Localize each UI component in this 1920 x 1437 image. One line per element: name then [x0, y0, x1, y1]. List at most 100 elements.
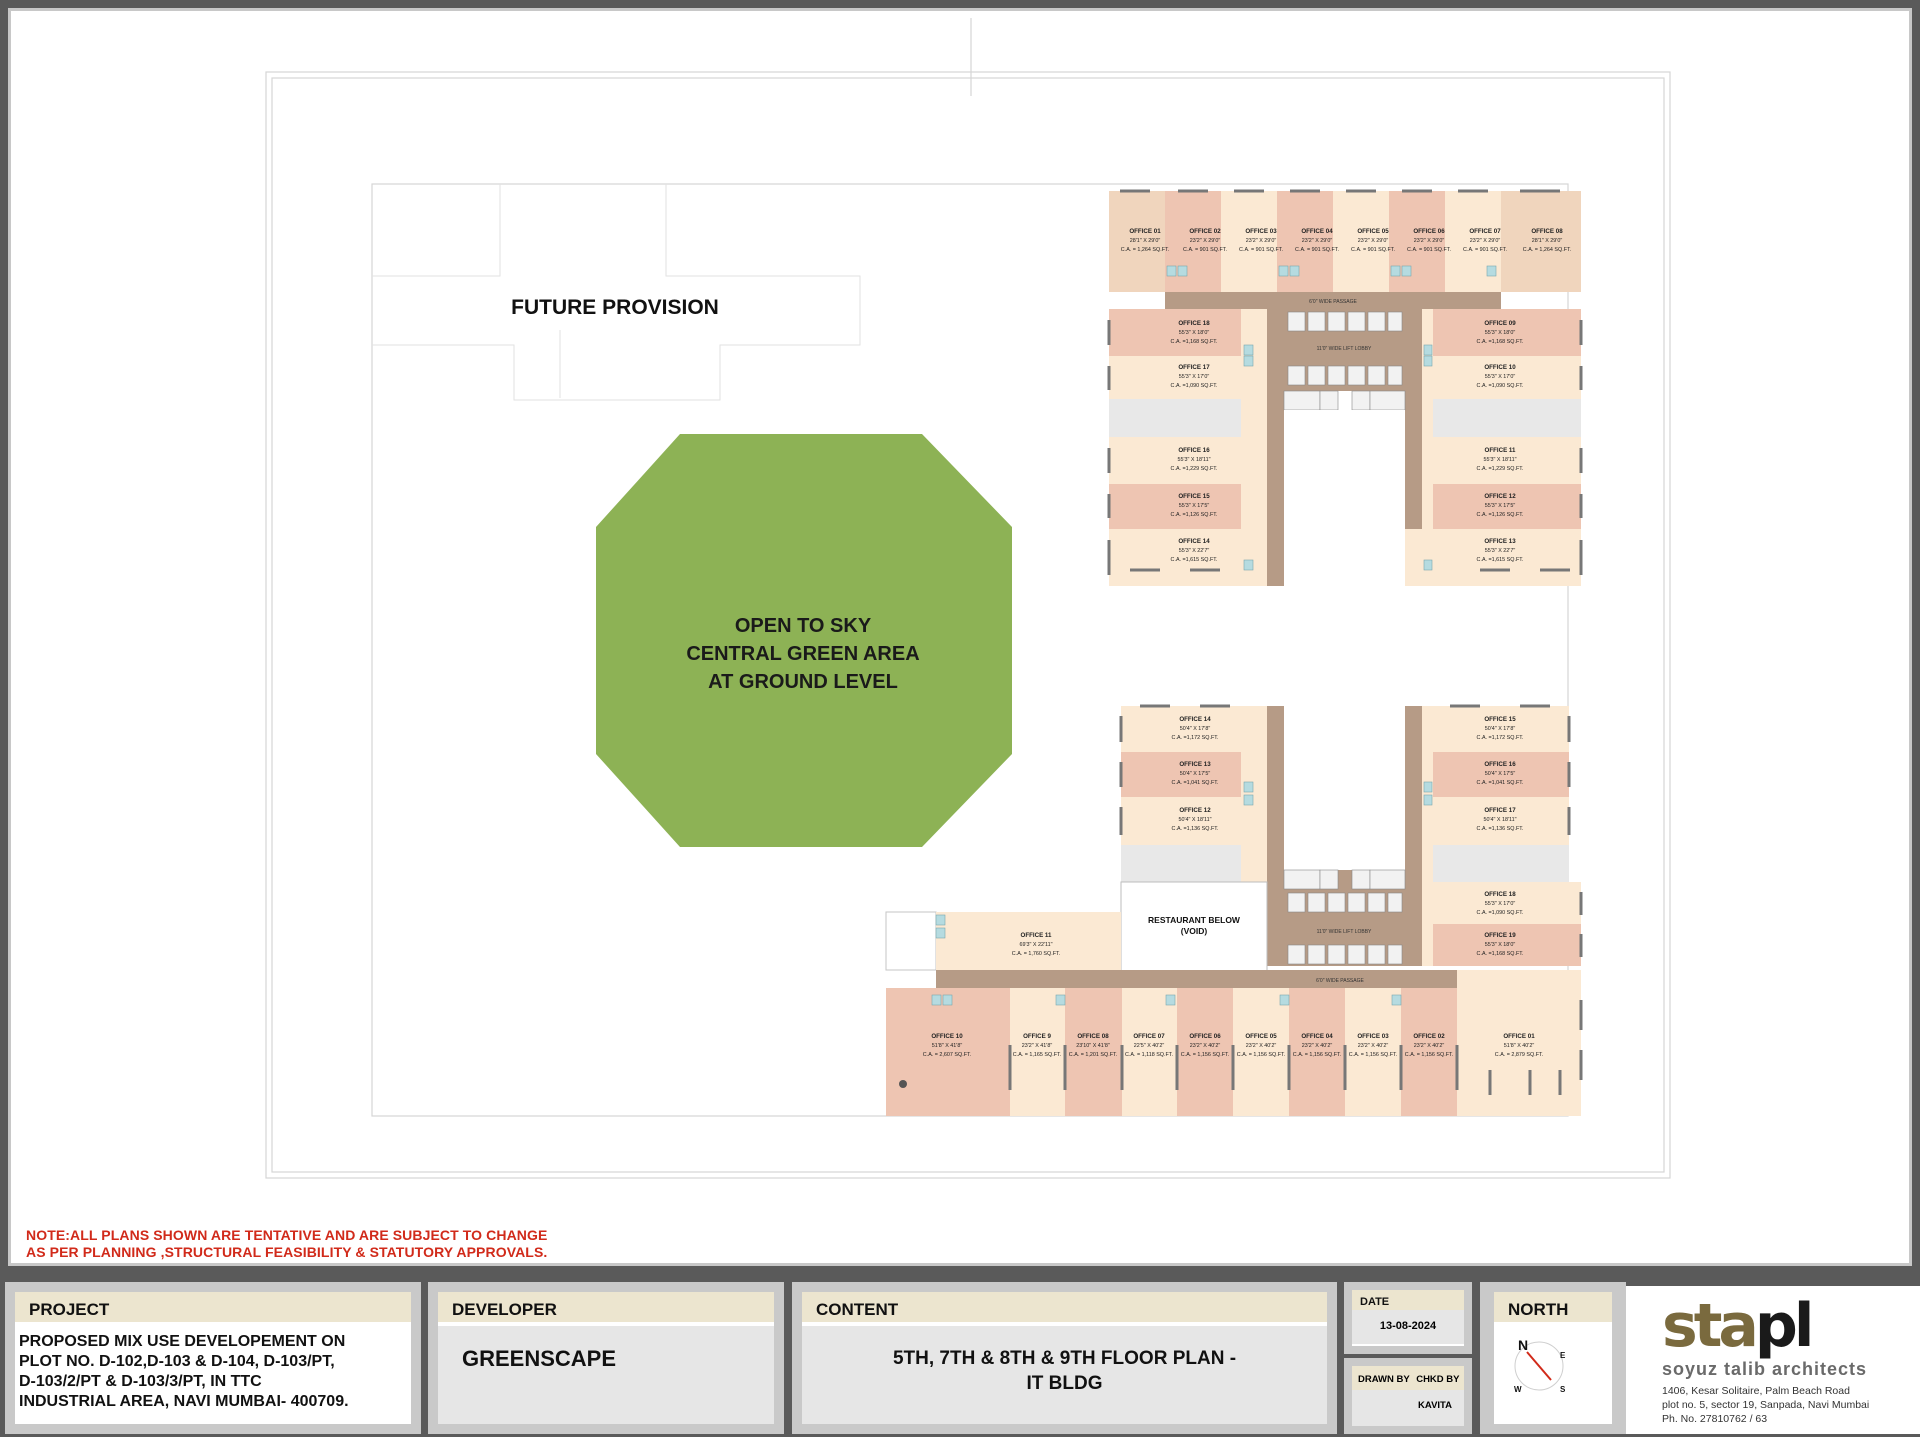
south-office-label-0-area: C.A. =1,172 SQ.FT. — [1172, 735, 1219, 741]
compass-box: N E W S — [1494, 1326, 1612, 1424]
south-office-label-6-area: C.A. =1,090 SQ.FT. — [1477, 910, 1524, 916]
checked-by-label: CHKD BY — [1416, 1374, 1460, 1385]
south-office-label-18-size: 51'8" X 40'2" — [1504, 1043, 1535, 1049]
office-n-17[interactable] — [1109, 356, 1241, 399]
south-office-label-10-size: 23'2" X 41'8" — [1022, 1043, 1053, 1049]
north-office-label-9-area: C.A. =1,090 SQ.FT. — [1171, 383, 1218, 389]
south-office-label-1-area: C.A. =1,041 SQ.FT. — [1172, 780, 1219, 786]
drawn-panel: DRAWN BY CHKD BY KAVITA — [1344, 1358, 1472, 1434]
date-panel-inner: DATE 13-08-2024 — [1352, 1290, 1464, 1346]
south-office-label-12-area: C.A. = 1,118 SQ.FT. — [1125, 1052, 1173, 1058]
south-office-label-11-size: 23'10" X 41'8" — [1076, 1043, 1110, 1049]
green-area-line-2: CENTRAL GREEN AREA — [686, 643, 919, 665]
south-office-label-5-area: C.A. =1,136 SQ.FT. — [1477, 826, 1524, 832]
checked-by-value: KAVITA — [1352, 1390, 1464, 1426]
south-office-label-9-size: 51'8" X 41'8" — [932, 1043, 963, 1049]
office-s-11[interactable] — [936, 912, 1121, 970]
north-courtyard — [1284, 410, 1405, 586]
north-office-label-9-size: 55'3" X 17'0" — [1179, 374, 1210, 380]
logo-part-b: pl — [1754, 1291, 1814, 1361]
north-office-label-0-size: 28'1" X 29'0" — [1130, 238, 1161, 244]
project-line-2: PLOT NO. D-102,D-103 & D-104, D-103/PT, — [19, 1353, 335, 1370]
green-area-line-1: OPEN TO SKY — [735, 615, 872, 637]
south-office-label-0-size: 50'4" X 17'8" — [1180, 726, 1211, 732]
developer-name: GREENSCAPE — [462, 1346, 617, 1371]
north-office-label-16-id: OFFICE 12 — [1484, 493, 1516, 500]
address-line-2: plot no. 5, sector 19, Sanpada, Navi Mum… — [1662, 1399, 1870, 1411]
north-office-label-12-size: 55'3" X 22'7" — [1179, 548, 1210, 554]
north-office-label-15-size: 55'3" X 18'11" — [1483, 457, 1516, 463]
south-office-label-10-area: C.A. = 1,165 SQ.FT. — [1013, 1052, 1061, 1058]
content-line-1: 5TH, 7TH & 8TH & 9TH FLOOR PLAN - — [892, 1348, 1237, 1369]
north-office-label-3-area: C.A. = 901 SQ.FT. — [1295, 247, 1339, 253]
content-line-2: IT BLDG — [1026, 1373, 1103, 1394]
south-office-label-12-id: OFFICE 07 — [1133, 1033, 1165, 1040]
south-office-label-15-area: C.A. = 1,156 SQ.FT. — [1293, 1052, 1341, 1058]
north-office-label-10-area: C.A. =1,229 SQ.FT. — [1171, 466, 1218, 472]
south-office-label-8-id: OFFICE 11 — [1021, 932, 1053, 939]
north-office-label-16-area: C.A. =1,126 SQ.FT. — [1477, 512, 1524, 518]
project-body: PROPOSED MIX USE DEVELOPEMENT ON PLOT NO… — [15, 1326, 411, 1424]
south-office-label-13-id: OFFICE 06 — [1189, 1033, 1221, 1040]
north-office-label-6-area: C.A. = 901 SQ.FT. — [1463, 247, 1507, 253]
south-right-corridor — [1405, 706, 1422, 966]
date-panel: DATE 13-08-2024 — [1344, 1282, 1472, 1354]
south-left-wet-area — [1241, 706, 1267, 882]
architect-logo: stapl — [1662, 1296, 1814, 1356]
north-office-label-6-id: OFFICE 07 — [1469, 228, 1501, 235]
south-office-label-2-size: 50'4" X 18'11" — [1178, 817, 1211, 823]
north-right-corridor — [1405, 309, 1422, 529]
project-line-1: PROPOSED MIX USE DEVELOPEMENT ON — [19, 1333, 346, 1350]
architect-name: soyuz talib architects — [1662, 1359, 1868, 1379]
column-marker — [899, 1080, 907, 1088]
north-passage-label: 6'0" WIDE PASSAGE — [1309, 299, 1357, 305]
north-left-stair — [1109, 399, 1241, 437]
north-office-label-17-id: OFFICE 13 — [1484, 538, 1516, 545]
south-office-label-1-size: 50'4" X 17'5" — [1180, 771, 1211, 777]
north-lobby-label: 11'0" WIDE LIFT LOBBY — [1317, 346, 1372, 352]
south-office-label-14-size: 23'2" X 40'2" — [1246, 1043, 1277, 1049]
office-n-18[interactable] — [1109, 309, 1241, 356]
south-office-label-17-size: 23'2" X 40'2" — [1414, 1043, 1445, 1049]
south-office-label-3-size: 50'4" X 17'8" — [1485, 726, 1516, 732]
south-office-label-13-area: C.A. = 1,156 SQ.FT. — [1181, 1052, 1229, 1058]
north-office-label-2-id: OFFICE 03 — [1245, 228, 1277, 235]
note-line-1: NOTE:ALL PLANS SHOWN ARE TENTATIVE AND A… — [26, 1227, 548, 1243]
north-office-label-10-id: OFFICE 16 — [1178, 447, 1210, 454]
south-office-label-8-size: 69'3" X 22'11" — [1019, 942, 1052, 948]
south-office-label-3-id: OFFICE 15 — [1484, 716, 1516, 723]
logo-part-a: sta — [1662, 1291, 1759, 1361]
restaurant-label-1: RESTAURANT BELOW — [1148, 915, 1241, 925]
north-office-label-13-area: C.A. =1,168 SQ.FT. — [1477, 339, 1524, 345]
south-office-label-7-area: C.A. =1,168 SQ.FT. — [1477, 951, 1524, 957]
south-office-label-16-area: C.A. = 1,156 SQ.FT. — [1349, 1052, 1397, 1058]
north-office-label-8-size: 55'3" X 18'0" — [1179, 330, 1210, 336]
north-office-label-7-id: OFFICE 08 — [1531, 228, 1563, 235]
south-office-label-9-id: OFFICE 10 — [931, 1033, 963, 1040]
north-office-label-10-size: 55'3" X 18'11" — [1177, 457, 1210, 463]
drawn-checked-header: DRAWN BY CHKD BY — [1352, 1366, 1464, 1390]
north-office-label-2-area: C.A. = 901 SQ.FT. — [1239, 247, 1283, 253]
disclaimer-note: NOTE:ALL PLANS SHOWN ARE TENTATIVE AND A… — [26, 1227, 547, 1261]
south-office-label-9-area: C.A. = 2,607 SQ.FT. — [923, 1052, 971, 1058]
south-office-label-14-id: OFFICE 05 — [1245, 1033, 1277, 1040]
future-provision-outline — [372, 184, 861, 401]
north-office-label-8-id: OFFICE 18 — [1178, 320, 1210, 327]
south-office-label-4-size: 50'4" X 17'5" — [1485, 771, 1516, 777]
office-n-16[interactable] — [1109, 437, 1241, 484]
north-office-label-5-area: C.A. = 901 SQ.FT. — [1407, 247, 1451, 253]
south-office-label-4-area: C.A. =1,041 SQ.FT. — [1477, 780, 1524, 786]
north-office-label-4-size: 23'2" X 29'0" — [1358, 238, 1389, 244]
north-office-label-3-size: 23'2" X 29'0" — [1302, 238, 1333, 244]
north-office-label-14-area: C.A. =1,090 SQ.FT. — [1477, 383, 1524, 389]
north-office-label-14-size: 55'3" X 17'0" — [1485, 374, 1516, 380]
north-office-label-11-area: C.A. =1,126 SQ.FT. — [1171, 512, 1218, 518]
drawn-by-label: DRAWN BY — [1358, 1374, 1410, 1385]
north-office-label-11-size: 55'3" X 17'5" — [1179, 503, 1210, 509]
south-office-label-10-id: OFFICE 9 — [1023, 1033, 1051, 1040]
south-lobby-label: 11'0" WIDE LIFT LOBBY — [1317, 929, 1372, 935]
north-office-label-17-area: C.A. =1,615 SQ.FT. — [1477, 557, 1524, 563]
office-n-15[interactable] — [1109, 484, 1241, 529]
south-office-label-11-id: OFFICE 08 — [1077, 1033, 1109, 1040]
green-area-line-3: AT GROUND LEVEL — [708, 671, 898, 693]
